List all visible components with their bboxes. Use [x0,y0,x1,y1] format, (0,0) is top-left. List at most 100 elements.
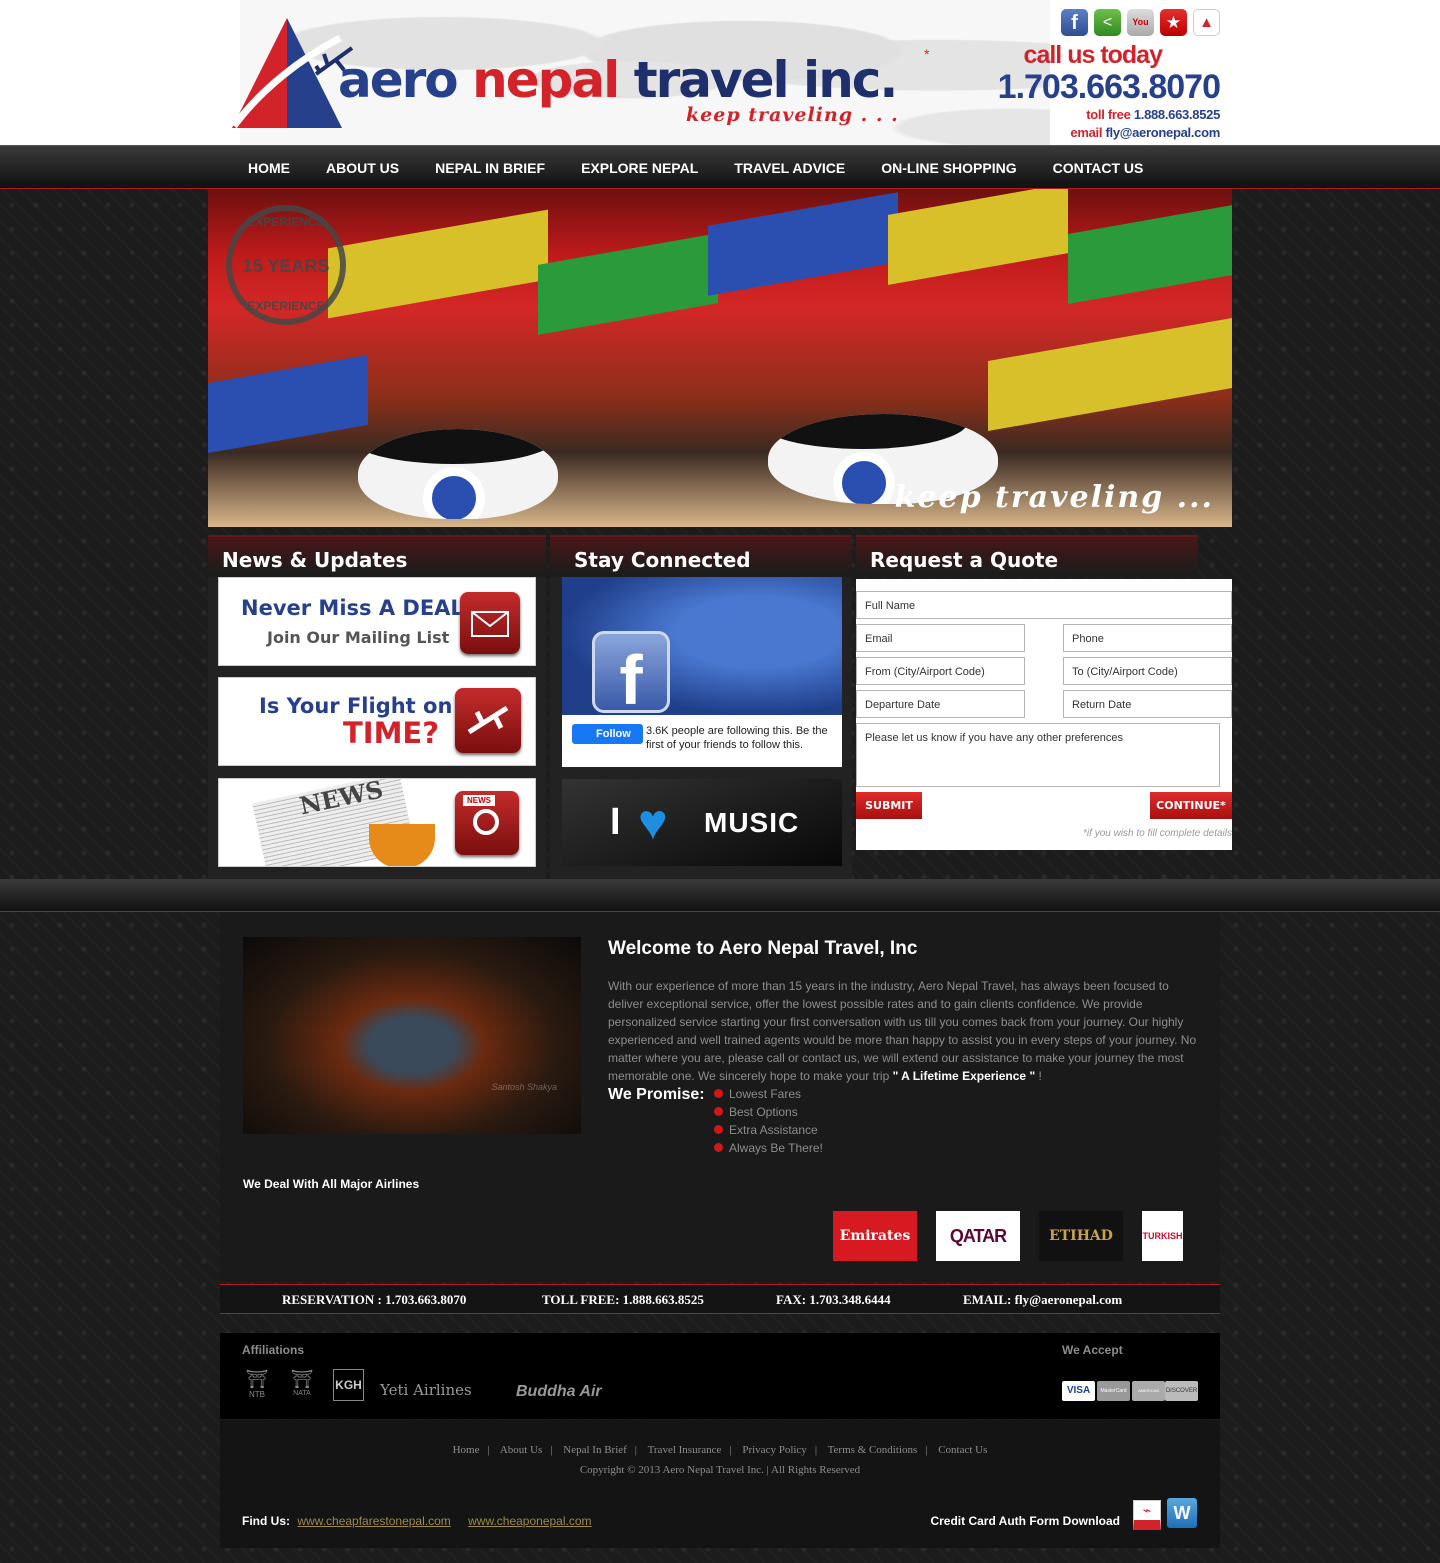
email-line: email fly@aeronepal.com [998,125,1220,140]
tollfree-info[interactable]: TOLL FREE: 1.888.663.8525 [542,1292,704,1308]
promise-item: Lowest Fares [714,1085,823,1103]
stamp-top-text: EXPERIENCE [247,215,325,229]
facebook-follow-box: Follow 3.6K people are following this. B… [562,715,842,767]
logo-word-travel: travel inc. [633,51,899,109]
email-link[interactable]: fly@aeronepal.com [1105,125,1220,140]
buddha-eye-left [358,429,558,519]
footer-link-terms[interactable]: Terms & Conditions [828,1444,918,1456]
nav-travel-advice[interactable]: TRAVEL ADVICE [716,146,863,190]
nav-home[interactable]: HOME [230,146,308,190]
eye-lid [768,414,968,449]
eye-iris [423,467,485,519]
from-field[interactable]: From (City/Airport Code) [856,657,1025,685]
header-contact: call us today 1.703.663.8070 toll free 1… [998,40,1221,140]
nav-nepal-in-brief[interactable]: NEPAL IN BRIEF [417,146,563,190]
map-star-icon: * [924,46,930,62]
quote-panel: Request a Quote [856,535,1198,579]
aeronepal-icon[interactable]: ▲ [1193,9,1220,36]
airline-logo-turkish[interactable]: TURKISH [1142,1211,1183,1261]
welcome-title: Welcome to Aero Nepal Travel, Inc [608,938,918,959]
preferences-textarea[interactable]: Please let us know if you have any other… [856,723,1220,787]
promise-label: We Promise: [608,1086,705,1103]
pdf-icon[interactable]: ⌁ [1133,1500,1161,1530]
email-info[interactable]: EMAIL: fly@aeronepal.com [963,1292,1122,1308]
mailing-list-promo[interactable]: Never Miss A DEAL! Join Our Mailing List [218,577,536,666]
envelope-icon [460,592,520,654]
separator: | [729,1444,732,1456]
departure-date-field[interactable]: Departure Date [856,690,1025,718]
nav-explore-nepal[interactable]: EXPLORE NEPAL [563,146,716,190]
follow-label: Follow [596,728,631,740]
separator: | [814,1444,818,1456]
music-text: MUSIC [704,807,800,838]
deal-headline: Never Miss A DEAL! [241,596,474,620]
word-icon[interactable]: W [1167,1498,1197,1528]
card-visa: VISA [1062,1381,1095,1401]
footer-link-home[interactable]: Home [453,1444,480,1456]
facebook-world-image[interactable]: f [562,577,842,715]
welcome-highlight: " A Lifetime Experience " [892,1069,1036,1083]
return-date-field[interactable]: Return Date [1063,690,1232,718]
magnifier-icon [473,809,499,835]
news-promo[interactable]: NEWS NEWS [218,778,536,867]
divider-strip [0,879,1440,912]
facebook-follow-button[interactable]: Follow [572,724,643,744]
follow-text: 3.6K people are following this. Be the f… [646,725,828,751]
logo-word-aero: aero [338,51,459,109]
experience-stamp: EXPERIENCE 15 YEARS EXPERIENCE [226,205,346,325]
favorite-star-icon[interactable]: ★ [1160,9,1187,36]
nav-online-shopping[interactable]: ON-LINE SHOPPING [863,146,1034,190]
prayer-flag [1068,204,1232,304]
footer-link-privacy[interactable]: Privacy Policy [742,1444,806,1456]
affiliations-title: Affiliations [242,1343,304,1357]
youtube-icon[interactable]: You [1127,9,1154,36]
phone-field[interactable]: Phone [1063,624,1232,652]
airline-logo-emirates[interactable]: Emirates [833,1211,917,1261]
footer-link-contact[interactable]: Contact Us [938,1444,987,1456]
welcome-text: With our experience of more than 15 year… [608,979,1197,1083]
coffee-cup-icon [369,824,435,866]
airline-logo-etihad[interactable]: ETIHAD [1039,1211,1123,1261]
email-field[interactable]: Email [856,624,1025,652]
logo-wordmark[interactable]: aero nepal travel inc. [338,51,899,109]
prayer-flag [328,209,548,319]
affiliations-section: Affiliations We Accept ⛩ NTB ⛩ NATA KGH Ye… [220,1333,1220,1419]
find-link-cheapfares[interactable]: www.cheapfarestonepal.com [297,1514,450,1528]
affiliation-logo-ntb: ⛩ NTB [242,1369,272,1399]
footer-links: Home | About Us | Nepal In Brief | Travel I… [220,1444,1220,1456]
nav-contact-us[interactable]: CONTACT US [1035,146,1162,190]
contact-bar: RESERVATION : 1.703.663.8070 TOLL FREE: … [220,1284,1220,1314]
reservation-info[interactable]: RESERVATION : 1.703.663.8070 [282,1292,466,1308]
nav-about-us[interactable]: ABOUT US [308,146,417,190]
find-link-cheapo[interactable]: www.cheaponepal.com [468,1514,591,1528]
prayer-flag [708,192,898,296]
promise-list: Lowest Fares Best Options Extra Assistan… [714,1085,823,1157]
promise-item: Best Options [714,1103,823,1121]
share-icon[interactable]: < [1094,9,1121,36]
cc-auth-label: Credit Card Auth Form Download [930,1514,1120,1528]
flight-status-promo[interactable]: Is Your Flight on TIME? [218,677,536,766]
affiliation-logo-nata: ⛩ NATA [288,1369,316,1397]
quote-panel-title: Request a Quote [856,535,1198,577]
main-phone[interactable]: 1.703.663.8070 [998,70,1221,104]
separator: | [925,1444,928,1456]
facebook-icon[interactable]: f [1061,9,1088,36]
card-discover: DISCOVER [1165,1381,1198,1401]
submit-button[interactable]: SUBMIT [856,792,922,819]
footer-link-about[interactable]: About Us [500,1444,542,1456]
social-icons: f < You ★ ▲ [1061,9,1220,36]
music-banner[interactable]: I ♥ MUSIC [562,779,842,866]
full-name-field[interactable]: Full Name [856,591,1232,619]
we-accept-title: We Accept [1062,1343,1123,1357]
copyright: Copyright © 2013 Aero Nepal Travel Inc. … [579,1464,861,1476]
airline-logo-qatar[interactable]: QATAR [936,1211,1020,1261]
separator: | [550,1444,553,1456]
footer-link-insurance[interactable]: Travel Insurance [648,1444,722,1456]
shrine-image: Santosh Shakya [243,937,581,1134]
tollfree-number[interactable]: 1.888.663.8525 [1134,107,1220,122]
continue-button[interactable]: CONTINUE* [1150,792,1232,819]
call-us-label: call us today [1023,41,1163,69]
affiliation-logo-yeti: Yeti Airlines [380,1381,472,1399]
to-field[interactable]: To (City/Airport Code) [1063,657,1232,685]
footer-link-nepal[interactable]: Nepal In Brief [563,1444,627,1456]
